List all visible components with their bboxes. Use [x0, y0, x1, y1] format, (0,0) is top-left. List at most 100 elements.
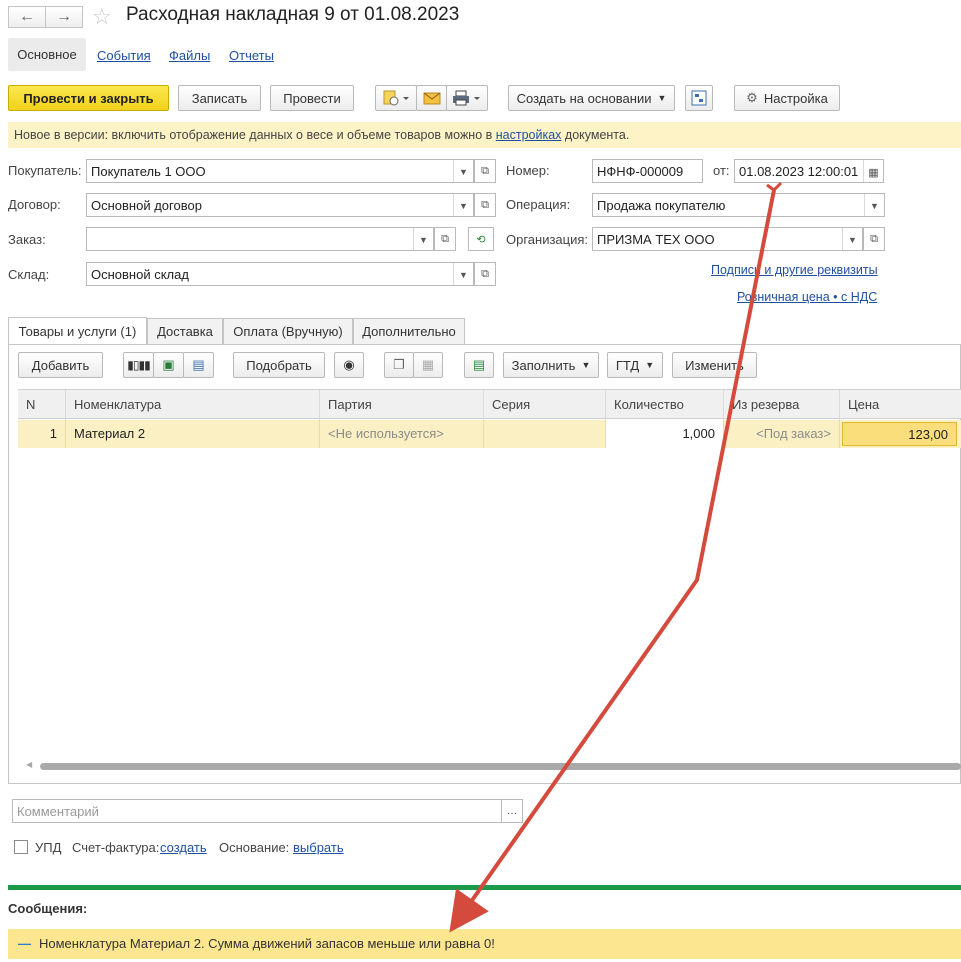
- back-button[interactable]: ←: [8, 6, 46, 28]
- settings-button[interactable]: ⚙ Настройка: [734, 85, 840, 111]
- open-form-icon: ⧉: [481, 164, 489, 177]
- pick-button[interactable]: Подобрать: [233, 352, 325, 378]
- warehouse-value: Основной склад: [91, 267, 189, 282]
- order-field[interactable]: ▼: [86, 227, 434, 251]
- chevron-down-icon[interactable]: ▼: [864, 194, 884, 216]
- favorite-star-icon[interactable]: ☆: [92, 4, 112, 30]
- tab-delivery[interactable]: Доставка: [147, 318, 223, 344]
- chevron-down-icon[interactable]: ▼: [842, 228, 862, 250]
- settings-label: Настройка: [763, 90, 828, 106]
- structure-button[interactable]: [685, 85, 713, 111]
- post-and-close-button[interactable]: Провести и закрыть: [8, 85, 169, 111]
- print-button[interactable]: [446, 85, 488, 111]
- operation-field[interactable]: Продажа покупателю ▼: [592, 193, 885, 217]
- tab-reports[interactable]: Отчеты: [229, 48, 274, 63]
- warehouse-field[interactable]: Основной склад ▼: [86, 262, 474, 286]
- chevron-down-icon[interactable]: ▼: [453, 263, 473, 285]
- message-item[interactable]: — Номенклатура Материал 2. Сумма движений…: [8, 929, 961, 959]
- open-warehouse-button[interactable]: ⧉: [474, 262, 496, 286]
- create-invoice-link[interactable]: создать: [160, 840, 207, 855]
- column-header-reserve[interactable]: Из резерва: [724, 390, 840, 420]
- date-field[interactable]: 01.08.2023 12:00:01 ▦: [734, 159, 884, 183]
- comment-expand-button[interactable]: …: [501, 799, 523, 823]
- tab-files[interactable]: Файлы: [169, 48, 210, 63]
- barcode-button[interactable]: ▮▯▮▮: [123, 352, 154, 378]
- paste-button[interactable]: ▦: [413, 352, 443, 378]
- open-order-button[interactable]: ⧉: [434, 227, 456, 251]
- add-row-button[interactable]: Добавить: [18, 352, 103, 378]
- cell-reserve[interactable]: <Под заказ>: [724, 420, 840, 448]
- open-form-icon: ⧉: [481, 198, 489, 211]
- tab-main[interactable]: Основное: [8, 38, 86, 71]
- open-contract-button[interactable]: ⧉: [474, 193, 496, 217]
- upd-checkbox[interactable]: [14, 840, 28, 854]
- upd-label: УПД: [35, 840, 62, 855]
- cell-batch[interactable]: <Не используется>: [320, 420, 484, 448]
- chevron-down-icon[interactable]: ▼: [413, 228, 433, 250]
- chevron-down-icon: ▼: [645, 360, 655, 370]
- copy-icon: ❐: [393, 357, 405, 372]
- calendar-icon[interactable]: ▦: [863, 160, 883, 182]
- data-terminal-button[interactable]: ▤: [183, 352, 214, 378]
- banner-settings-link[interactable]: настройках: [496, 128, 562, 142]
- scroll-left-icon[interactable]: ◀: [26, 760, 32, 769]
- number-field[interactable]: НФНФ-000009: [592, 159, 703, 183]
- column-header-n[interactable]: N: [18, 390, 66, 420]
- gear-icon: ⚙: [746, 90, 758, 105]
- contract-value: Основной договор: [91, 198, 202, 213]
- signatures-link[interactable]: Подписи и другие реквизиты: [711, 263, 878, 277]
- open-buyer-button[interactable]: ⧉: [474, 159, 496, 183]
- operation-value: Продажа покупателю: [597, 198, 726, 213]
- message-text: Номенклатура Материал 2. Сумма движений …: [39, 936, 495, 951]
- cell-quantity[interactable]: 1,000: [606, 420, 724, 448]
- email-button[interactable]: [416, 85, 447, 111]
- cell-item[interactable]: Материал 2: [66, 420, 320, 448]
- save-button[interactable]: Записать: [178, 85, 261, 111]
- table-row[interactable]: 1 Материал 2 <Не используется> 1,000 <По…: [18, 420, 961, 448]
- messages-divider: [8, 885, 961, 890]
- cell-price[interactable]: 123,00: [842, 422, 957, 446]
- tab-events[interactable]: События: [97, 48, 151, 63]
- open-form-icon: ⧉: [441, 232, 449, 245]
- document-status-button[interactable]: [375, 85, 417, 111]
- chevron-down-icon: ▼: [581, 360, 591, 370]
- banner-text: Новое в версии: включить отображение дан…: [14, 128, 496, 142]
- view-button[interactable]: ◉: [334, 352, 364, 378]
- comment-field[interactable]: Комментарий: [12, 799, 503, 823]
- column-header-series[interactable]: Серия: [484, 390, 606, 420]
- contract-field[interactable]: Основной договор ▼: [86, 193, 474, 217]
- annotation-arrow-tail: [766, 181, 783, 192]
- organization-label: Организация:: [506, 232, 589, 247]
- order-label: Заказ:: [8, 232, 46, 247]
- copy-button[interactable]: ❐: [384, 352, 414, 378]
- tab-payment[interactable]: Оплата (Вручную): [223, 318, 353, 344]
- fill-by-order-button[interactable]: ⟲: [468, 227, 494, 251]
- tab-goods-services[interactable]: Товары и услуги (1): [8, 317, 147, 345]
- retail-price-link[interactable]: Розничная цена • с НДС: [737, 290, 877, 304]
- change-button[interactable]: Изменить: [672, 352, 757, 378]
- create-based-on-button[interactable]: Создать на основании ▼: [508, 85, 675, 111]
- printer-icon: [453, 90, 480, 106]
- tab-additional[interactable]: Дополнительно: [353, 318, 465, 344]
- column-header-item[interactable]: Номенклатура: [66, 390, 320, 420]
- cell-n[interactable]: 1: [18, 420, 66, 448]
- buyer-field[interactable]: Покупатель 1 ООО ▼: [86, 159, 474, 183]
- column-header-batch[interactable]: Партия: [320, 390, 484, 420]
- chevron-down-icon[interactable]: ▼: [453, 194, 473, 216]
- organization-field[interactable]: ПРИЗМА ТЕХ ООО ▼: [592, 227, 863, 251]
- open-organization-button[interactable]: ⧉: [863, 227, 885, 251]
- fill-button[interactable]: Заполнить ▼: [503, 352, 599, 378]
- forward-button[interactable]: →: [45, 6, 83, 28]
- scanner-button[interactable]: ▣: [153, 352, 184, 378]
- column-header-quantity[interactable]: Количество: [606, 390, 724, 420]
- gtd-button[interactable]: ГТД ▼: [607, 352, 663, 378]
- select-basis-link[interactable]: выбрать: [293, 840, 344, 855]
- table-settings-button[interactable]: ▤: [464, 352, 494, 378]
- cell-series[interactable]: [484, 420, 606, 448]
- horizontal-scrollbar[interactable]: [40, 763, 961, 770]
- column-header-price[interactable]: Цена: [840, 390, 961, 420]
- warehouse-label: Склад:: [8, 267, 50, 282]
- paste-icon: ▦: [421, 357, 435, 372]
- post-button[interactable]: Провести: [270, 85, 354, 111]
- chevron-down-icon[interactable]: ▼: [453, 160, 473, 182]
